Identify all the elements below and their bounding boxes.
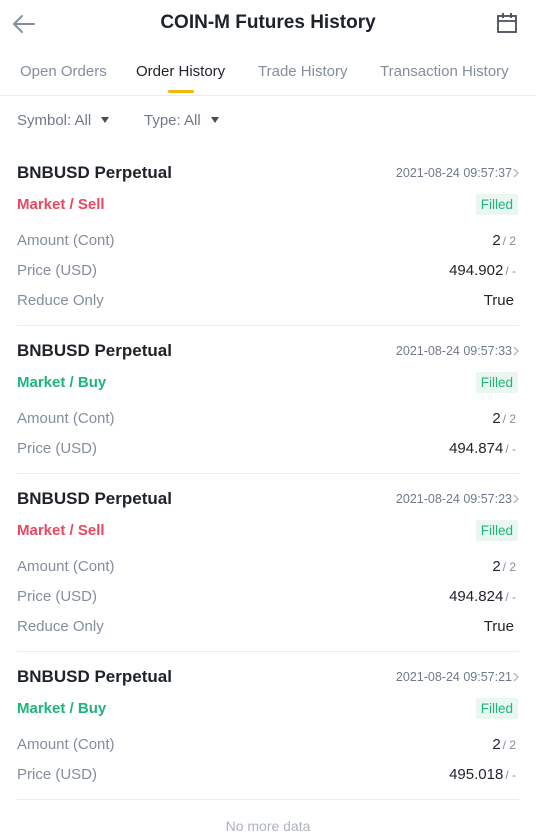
amount-total: / 2	[502, 738, 516, 752]
status-badge: Filled	[475, 372, 518, 393]
divider	[17, 799, 519, 800]
order-time: 2021-08-24 09:57:37	[395, 166, 512, 180]
order-side: Market / Sell	[17, 196, 105, 213]
chevron-right-icon	[513, 168, 520, 178]
amount-value: 2/ 2	[492, 232, 516, 249]
order-symbol: BNBUSD Perpetual	[17, 341, 172, 360]
order-side: Market / Buy	[17, 700, 107, 717]
status-badge: Filled	[475, 194, 518, 215]
reduce-only-value: True	[483, 292, 514, 309]
amount-total: / 2	[502, 560, 516, 574]
reduce-only-value: True	[483, 618, 514, 635]
amount-filled: 2	[492, 232, 501, 249]
calendar-icon	[497, 13, 517, 33]
order-symbol: BNBUSD Perpetual	[17, 489, 172, 508]
history-tabs: Open Orders Order History Trade History …	[0, 52, 536, 96]
status-badge: Filled	[475, 698, 518, 719]
price-label: Price (USD)	[17, 440, 98, 457]
amount-label: Amount (Cont)	[17, 736, 115, 753]
price-avg: 494.824	[449, 588, 504, 605]
order-time: 2021-08-24 09:57:21	[395, 670, 512, 684]
active-tab-indicator	[168, 90, 194, 93]
divider	[17, 651, 519, 652]
price-value: 494.874/ -	[449, 440, 516, 457]
amount-total: / 2	[502, 412, 516, 426]
price-label: Price (USD)	[17, 766, 98, 783]
price-avg: 494.874	[449, 440, 504, 457]
reduce-only-label: Reduce Only	[17, 292, 104, 309]
filter-bar: Symbol: All Type: All	[0, 112, 536, 136]
amount-filled: 2	[492, 410, 501, 427]
price-label: Price (USD)	[17, 262, 98, 279]
reduce-only-label: Reduce Only	[17, 618, 104, 635]
order-symbol: BNBUSD Perpetual	[17, 163, 172, 182]
order-side: Market / Buy	[17, 374, 107, 391]
symbol-filter-label: Symbol: All	[17, 112, 92, 129]
type-filter[interactable]: Type: All	[144, 112, 219, 129]
tab-open-orders[interactable]: Open Orders	[20, 63, 107, 80]
amount-value: 2/ 2	[492, 736, 516, 753]
amount-label: Amount (Cont)	[17, 232, 115, 249]
no-more-data: No more data	[225, 818, 311, 834]
order-time: 2021-08-24 09:57:23	[395, 492, 512, 506]
chevron-right-icon	[513, 672, 520, 682]
status-badge: Filled	[475, 520, 518, 541]
chevron-right-icon	[513, 346, 520, 356]
tab-trade-history[interactable]: Trade History	[258, 63, 347, 80]
price-value: 495.018/ -	[449, 766, 516, 783]
amount-value: 2/ 2	[492, 410, 516, 427]
amount-filled: 2	[492, 736, 501, 753]
order-symbol: BNBUSD Perpetual	[17, 667, 172, 686]
calendar-button[interactable]	[496, 12, 518, 34]
price-avg: 494.902	[449, 262, 504, 279]
divider	[17, 325, 519, 326]
amount-total: / 2	[502, 234, 516, 248]
tab-order-history[interactable]: Order History	[136, 63, 225, 80]
price-avg: 495.018	[449, 766, 504, 783]
page-title: COIN-M Futures History	[160, 12, 376, 33]
app-header: COIN-M Futures History	[0, 0, 536, 48]
price-value: 494.902/ -	[449, 262, 516, 279]
type-filter-label: Type: All	[144, 112, 201, 129]
symbol-filter[interactable]: Symbol: All	[17, 112, 110, 129]
price-order: / -	[505, 768, 516, 782]
amount-filled: 2	[492, 558, 501, 575]
order-time: 2021-08-24 09:57:33	[395, 344, 512, 358]
amount-label: Amount (Cont)	[17, 410, 115, 427]
price-value: 494.824/ -	[449, 588, 516, 605]
order-side: Market / Sell	[17, 522, 105, 539]
chevron-right-icon	[513, 494, 520, 504]
caret-down-icon	[210, 116, 219, 123]
price-order: / -	[505, 264, 516, 278]
divider	[17, 473, 519, 474]
amount-value: 2/ 2	[492, 558, 516, 575]
caret-down-icon	[101, 116, 110, 123]
price-label: Price (USD)	[17, 588, 98, 605]
tab-transaction-history[interactable]: Transaction History	[380, 63, 509, 80]
amount-label: Amount (Cont)	[17, 558, 115, 575]
price-order: / -	[505, 590, 516, 604]
price-order: / -	[505, 442, 516, 456]
